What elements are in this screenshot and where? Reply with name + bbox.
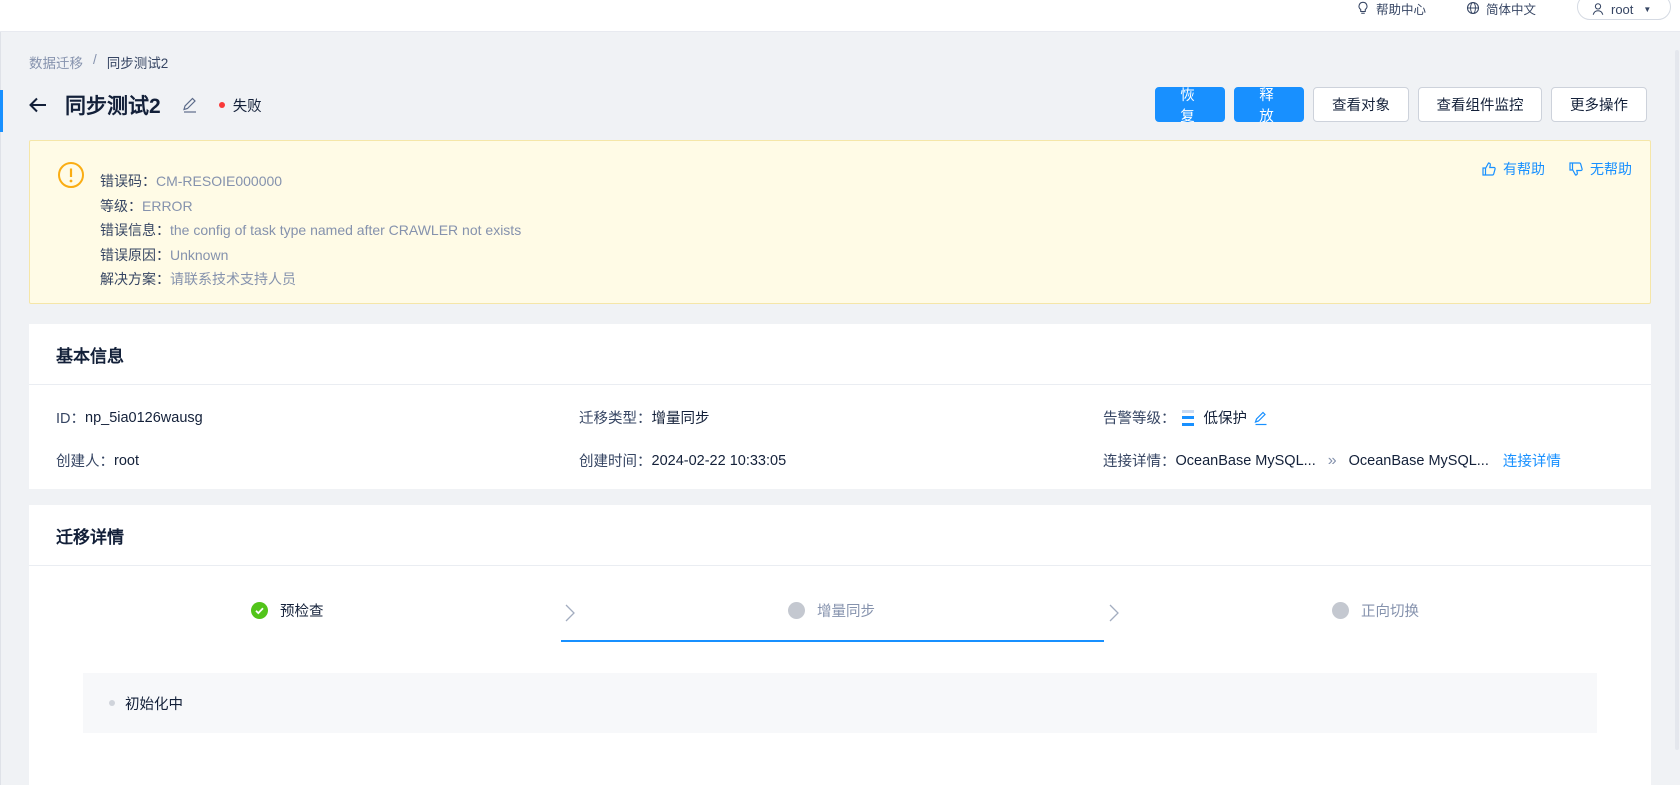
error-alert: 错误码：CM-RESOIE000000 等级：ERROR 错误信息：the co… <box>29 140 1651 304</box>
view-objects-button[interactable]: 查看对象 <box>1313 87 1409 122</box>
active-nav-indicator <box>0 90 3 132</box>
info-created-label: 创建时间： <box>579 454 652 470</box>
error-message-row: 错误信息：the config of task type named after… <box>100 218 521 243</box>
error-reason-row: 错误原因：Unknown <box>100 243 521 268</box>
step-forward-label: 正向切换 <box>1361 604 1419 620</box>
thumbs-down-icon <box>1569 162 1583 176</box>
scrollbar[interactable] <box>1675 50 1679 750</box>
bulb-icon <box>1358 1 1368 14</box>
step-precheck-label: 预检查 <box>280 604 324 620</box>
signal-level-icon <box>1181 409 1194 426</box>
migration-detail-card: 迁移详情 预检查 增量同步 正向切换 初始化中 <box>29 505 1651 785</box>
step-incremental-sync[interactable]: 增量同步 <box>788 600 875 621</box>
error-solution-value: 请联系技术支持人员 <box>170 271 296 287</box>
migration-steps: 预检查 增量同步 正向切换 <box>29 600 1651 652</box>
language-label: 简体中文 <box>1486 2 1537 17</box>
info-type-label: 迁移类型： <box>579 411 652 427</box>
user-name: root <box>1611 1 1634 17</box>
info-alert-level-label: 告警等级： <box>1103 411 1176 427</box>
step-precheck[interactable]: 预检查 <box>251 600 324 621</box>
error-solution-label: 解决方案： <box>100 271 170 287</box>
double-arrow-right-icon: » <box>1327 451 1337 469</box>
info-conn-target: OceanBase MySQL... <box>1348 452 1489 469</box>
connection-details-link[interactable]: 连接详情 <box>1503 450 1561 471</box>
info-connection: 连接详情： OceanBase MySQL... » OceanBase MyS… <box>1103 450 1561 471</box>
page-title: 同步测试2 <box>65 95 161 118</box>
edit-alert-level-icon[interactable] <box>1253 410 1269 426</box>
status-dot <box>218 102 225 108</box>
info-alert-level: 告警等级： 低保护 <box>1103 407 1269 428</box>
progress-panel: 初始化中 <box>83 673 1597 733</box>
left-edge <box>0 32 1 785</box>
chevron-right-icon <box>565 604 575 622</box>
step-pending-dot <box>788 602 805 619</box>
progress-text: 初始化中 <box>125 696 183 713</box>
not-helpful-button[interactable]: 无帮助 <box>1568 159 1632 179</box>
info-created: 创建时间： 2024-02-22 10:33:05 <box>579 450 786 471</box>
error-details: 错误码：CM-RESOIE000000 等级：ERROR 错误信息：the co… <box>100 169 521 292</box>
not-helpful-label: 无帮助 <box>1590 161 1632 177</box>
status-badge: 失败 <box>218 95 262 116</box>
top-bar: 帮助中心 简体中文 root ▼ <box>0 0 1680 32</box>
chevron-right-icon <box>1109 604 1119 622</box>
user-menu[interactable]: root ▼ <box>1577 0 1671 20</box>
active-step-underline <box>561 640 1104 642</box>
breadcrumb-current: 同步测试2 <box>106 56 169 71</box>
info-conn-source: OceanBase MySQL... <box>1175 452 1316 469</box>
info-creator-label: 创建人： <box>56 454 114 470</box>
info-id-label: ID： <box>56 411 85 427</box>
more-actions-button[interactable]: 更多操作 <box>1551 87 1647 122</box>
basic-info-title: 基本信息 <box>29 324 1651 385</box>
release-button[interactable]: 释放 <box>1234 87 1304 125</box>
info-conn-label: 连接详情： <box>1103 454 1176 470</box>
helpful-label: 有帮助 <box>1503 161 1545 177</box>
step-pending-dot <box>1332 602 1349 619</box>
info-type: 迁移类型： 增量同步 <box>579 407 710 428</box>
caret-down-icon: ▼ <box>1643 4 1652 14</box>
migration-detail-title: 迁移详情 <box>29 505 1651 566</box>
error-level-row: 等级：ERROR <box>100 194 521 219</box>
error-level-value: ERROR <box>142 197 193 214</box>
error-level-label: 等级： <box>100 197 142 214</box>
view-monitor-button[interactable]: 查看组件监控 <box>1418 87 1542 122</box>
help-center-link[interactable]: 帮助中心 <box>1356 0 1427 17</box>
user-icon <box>1592 3 1604 15</box>
basic-info-card: 基本信息 ID： np_5ia0126wausg 迁移类型： 增量同步 告警等级… <box>29 324 1651 489</box>
help-center-label: 帮助中心 <box>1376 2 1427 17</box>
error-message-label: 错误信息： <box>100 222 170 238</box>
action-bar: 恢复 释放 查看对象 查看组件监控 更多操作 <box>1155 87 1647 125</box>
step-forward-switch[interactable]: 正向切换 <box>1332 600 1419 621</box>
status-text: 失败 <box>232 98 262 115</box>
arrow-left-icon[interactable] <box>27 94 49 116</box>
info-id: ID： np_5ia0126wausg <box>56 407 203 428</box>
breadcrumb-separator: / <box>93 52 97 67</box>
globe-icon <box>1466 1 1480 15</box>
error-code-row: 错误码：CM-RESOIE000000 <box>100 169 521 194</box>
step-incremental-label: 增量同步 <box>817 604 875 620</box>
resume-button[interactable]: 恢复 <box>1155 87 1225 125</box>
info-type-value: 增量同步 <box>651 411 710 427</box>
error-message-value: the config of task type named after CRAW… <box>170 222 522 238</box>
error-reason-label: 错误原因： <box>100 246 170 263</box>
helpful-button[interactable]: 有帮助 <box>1481 159 1545 179</box>
breadcrumb: 数据迁移 / 同步测试2 <box>29 52 168 72</box>
error-code-value: CM-RESOIE000000 <box>156 173 283 189</box>
exclamation-circle-icon <box>58 162 84 188</box>
info-creator-value: root <box>114 452 139 469</box>
thumbs-up-icon <box>1482 162 1496 176</box>
error-reason-value: Unknown <box>170 246 229 263</box>
info-created-value: 2024-02-22 10:33:05 <box>651 452 787 469</box>
progress-dot <box>109 700 115 706</box>
info-id-value: np_5ia0126wausg <box>85 409 203 426</box>
info-creator: 创建人： root <box>56 450 139 471</box>
breadcrumb-parent[interactable]: 数据迁移 <box>29 52 83 72</box>
error-solution-row: 解决方案：请联系技术支持人员 <box>100 267 521 292</box>
edit-icon[interactable] <box>181 96 199 114</box>
info-alert-level-value: 低保护 <box>1203 411 1248 427</box>
error-code-label: 错误码： <box>100 173 156 189</box>
check-circle-icon <box>251 602 268 619</box>
language-switch[interactable]: 简体中文 <box>1466 0 1537 17</box>
title-row: 同步测试2 失败 <box>27 90 262 120</box>
